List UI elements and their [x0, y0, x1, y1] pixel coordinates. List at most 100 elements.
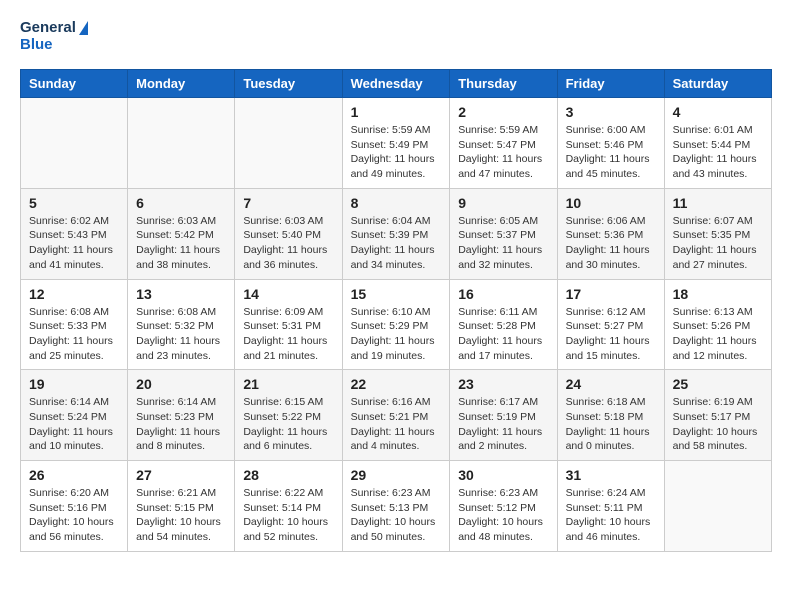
day-number: 18 [673, 286, 763, 302]
calendar-week-5: 26 Sunrise: 6:20 AM Sunset: 5:16 PM Dayli… [21, 461, 772, 552]
calendar-cell: 13 Sunrise: 6:08 AM Sunset: 5:32 PM Dayli… [128, 279, 235, 370]
day-number: 3 [566, 104, 656, 120]
calendar-cell: 31 Sunrise: 6:24 AM Sunset: 5:11 PM Dayli… [557, 461, 664, 552]
calendar-cell: 9 Sunrise: 6:05 AM Sunset: 5:37 PM Daylig… [450, 188, 557, 279]
calendar-cell: 27Sunrise: 6:21 AM Sunset: 5:15 PM Dayli… [128, 461, 235, 552]
calendar-table: SundayMondayTuesdayWednesdayThursdayFrid… [20, 69, 772, 552]
weekday-header-monday: Monday [128, 70, 235, 98]
day-number: 22 [351, 376, 442, 392]
day-info: Sunrise: 6:00 AM Sunset: 5:46 PM Dayligh… [566, 123, 656, 182]
day-number: 11 [673, 195, 763, 211]
day-info: Sunrise: 6:20 AM Sunset: 5:16 PM Dayligh… [29, 486, 119, 545]
calendar-cell: 19 Sunrise: 6:14 AM Sunset: 5:24 PM Dayli… [21, 370, 128, 461]
calendar-cell: 20Sunrise: 6:14 AM Sunset: 5:23 PM Dayli… [128, 370, 235, 461]
day-info: Sunrise: 6:09 AM Sunset: 5:31 PM Dayligh… [243, 305, 333, 364]
calendar-week-1: 1 Sunrise: 5:59 AM Sunset: 5:49 PM Daylig… [21, 98, 772, 189]
day-number: 10 [566, 195, 656, 211]
calendar-cell: 5Sunrise: 6:02 AM Sunset: 5:43 PM Daylig… [21, 188, 128, 279]
day-number: 19 [29, 376, 119, 392]
day-info: Sunrise: 5:59 AM Sunset: 5:47 PM Dayligh… [458, 123, 548, 182]
day-number: 12 [29, 286, 119, 302]
day-info: Sunrise: 6:13 AM Sunset: 5:26 PM Dayligh… [673, 305, 763, 364]
calendar-cell: 21 Sunrise: 6:15 AM Sunset: 5:22 PM Dayli… [235, 370, 342, 461]
weekday-header-thursday: Thursday [450, 70, 557, 98]
day-number: 4 [673, 104, 763, 120]
day-number: 9 [458, 195, 548, 211]
calendar-cell: 26 Sunrise: 6:20 AM Sunset: 5:16 PM Dayli… [21, 461, 128, 552]
day-info: Sunrise: 6:22 AM Sunset: 5:14 PM Dayligh… [243, 486, 333, 545]
day-info: Sunrise: 6:17 AM Sunset: 5:19 PM Dayligh… [458, 395, 548, 454]
day-number: 23 [458, 376, 548, 392]
calendar-cell: 25Sunrise: 6:19 AM Sunset: 5:17 PM Dayli… [664, 370, 771, 461]
calendar-week-4: 19 Sunrise: 6:14 AM Sunset: 5:24 PM Dayli… [21, 370, 772, 461]
calendar-cell: 18 Sunrise: 6:13 AM Sunset: 5:26 PM Dayli… [664, 279, 771, 370]
page-header: General Blue [20, 20, 772, 53]
calendar-cell: 28Sunrise: 6:22 AM Sunset: 5:14 PM Dayli… [235, 461, 342, 552]
calendar-cell [21, 98, 128, 189]
day-info: Sunrise: 6:04 AM Sunset: 5:39 PM Dayligh… [351, 214, 442, 273]
day-info: Sunrise: 6:01 AM Sunset: 5:44 PM Dayligh… [673, 123, 763, 182]
day-number: 6 [136, 195, 226, 211]
day-info: Sunrise: 6:10 AM Sunset: 5:29 PM Dayligh… [351, 305, 442, 364]
day-info: Sunrise: 6:23 AM Sunset: 5:12 PM Dayligh… [458, 486, 548, 545]
day-number: 1 [351, 104, 442, 120]
day-number: 26 [29, 467, 119, 483]
calendar-cell: 14 Sunrise: 6:09 AM Sunset: 5:31 PM Dayli… [235, 279, 342, 370]
day-info: Sunrise: 6:06 AM Sunset: 5:36 PM Dayligh… [566, 214, 656, 273]
day-number: 30 [458, 467, 548, 483]
day-number: 15 [351, 286, 442, 302]
calendar-cell: 30 Sunrise: 6:23 AM Sunset: 5:12 PM Dayli… [450, 461, 557, 552]
calendar-cell: 29 Sunrise: 6:23 AM Sunset: 5:13 PM Dayli… [342, 461, 450, 552]
calendar-cell: 17 Sunrise: 6:12 AM Sunset: 5:27 PM Dayli… [557, 279, 664, 370]
day-info: Sunrise: 5:59 AM Sunset: 5:49 PM Dayligh… [351, 123, 442, 182]
day-info: Sunrise: 6:07 AM Sunset: 5:35 PM Dayligh… [673, 214, 763, 273]
day-info: Sunrise: 6:14 AM Sunset: 5:23 PM Dayligh… [136, 395, 226, 454]
weekday-header-tuesday: Tuesday [235, 70, 342, 98]
day-info: Sunrise: 6:15 AM Sunset: 5:22 PM Dayligh… [243, 395, 333, 454]
calendar-cell: 7 Sunrise: 6:03 AM Sunset: 5:40 PM Daylig… [235, 188, 342, 279]
day-info: Sunrise: 6:18 AM Sunset: 5:18 PM Dayligh… [566, 395, 656, 454]
calendar-cell: 16 Sunrise: 6:11 AM Sunset: 5:28 PM Dayli… [450, 279, 557, 370]
day-info: Sunrise: 6:14 AM Sunset: 5:24 PM Dayligh… [29, 395, 119, 454]
day-number: 14 [243, 286, 333, 302]
day-info: Sunrise: 6:05 AM Sunset: 5:37 PM Dayligh… [458, 214, 548, 273]
calendar-cell: 11 Sunrise: 6:07 AM Sunset: 5:35 PM Dayli… [664, 188, 771, 279]
day-number: 8 [351, 195, 442, 211]
day-info: Sunrise: 6:03 AM Sunset: 5:40 PM Dayligh… [243, 214, 333, 273]
day-info: Sunrise: 6:08 AM Sunset: 5:33 PM Dayligh… [29, 305, 119, 364]
day-number: 21 [243, 376, 333, 392]
day-number: 31 [566, 467, 656, 483]
calendar-cell: 2Sunrise: 5:59 AM Sunset: 5:47 PM Daylig… [450, 98, 557, 189]
calendar-cell: 24 Sunrise: 6:18 AM Sunset: 5:18 PM Dayli… [557, 370, 664, 461]
day-info: Sunrise: 6:23 AM Sunset: 5:13 PM Dayligh… [351, 486, 442, 545]
day-number: 5 [29, 195, 119, 211]
calendar-cell: 8 Sunrise: 6:04 AM Sunset: 5:39 PM Daylig… [342, 188, 450, 279]
calendar-cell [664, 461, 771, 552]
day-info: Sunrise: 6:21 AM Sunset: 5:15 PM Dayligh… [136, 486, 226, 545]
calendar-cell: 12 Sunrise: 6:08 AM Sunset: 5:33 PM Dayli… [21, 279, 128, 370]
logo: General Blue [20, 20, 88, 53]
calendar-cell: 10 Sunrise: 6:06 AM Sunset: 5:36 PM Dayli… [557, 188, 664, 279]
day-info: Sunrise: 6:24 AM Sunset: 5:11 PM Dayligh… [566, 486, 656, 545]
weekday-header-friday: Friday [557, 70, 664, 98]
calendar-week-3: 12 Sunrise: 6:08 AM Sunset: 5:33 PM Dayli… [21, 279, 772, 370]
weekday-header-saturday: Saturday [664, 70, 771, 98]
calendar-cell: 22Sunrise: 6:16 AM Sunset: 5:21 PM Dayli… [342, 370, 450, 461]
day-info: Sunrise: 6:11 AM Sunset: 5:28 PM Dayligh… [458, 305, 548, 364]
calendar-cell: 1 Sunrise: 5:59 AM Sunset: 5:49 PM Daylig… [342, 98, 450, 189]
day-number: 25 [673, 376, 763, 392]
calendar-cell: 6 Sunrise: 6:03 AM Sunset: 5:42 PM Daylig… [128, 188, 235, 279]
day-number: 24 [566, 376, 656, 392]
day-number: 29 [351, 467, 442, 483]
day-number: 16 [458, 286, 548, 302]
calendar-cell: 23 Sunrise: 6:17 AM Sunset: 5:19 PM Dayli… [450, 370, 557, 461]
calendar-cell: 15 Sunrise: 6:10 AM Sunset: 5:29 PM Dayli… [342, 279, 450, 370]
day-number: 7 [243, 195, 333, 211]
day-number: 17 [566, 286, 656, 302]
day-info: Sunrise: 6:12 AM Sunset: 5:27 PM Dayligh… [566, 305, 656, 364]
day-number: 13 [136, 286, 226, 302]
weekday-header-row: SundayMondayTuesdayWednesdayThursdayFrid… [21, 70, 772, 98]
day-info: Sunrise: 6:03 AM Sunset: 5:42 PM Dayligh… [136, 214, 226, 273]
day-info: Sunrise: 6:08 AM Sunset: 5:32 PM Dayligh… [136, 305, 226, 364]
calendar-week-2: 5Sunrise: 6:02 AM Sunset: 5:43 PM Daylig… [21, 188, 772, 279]
